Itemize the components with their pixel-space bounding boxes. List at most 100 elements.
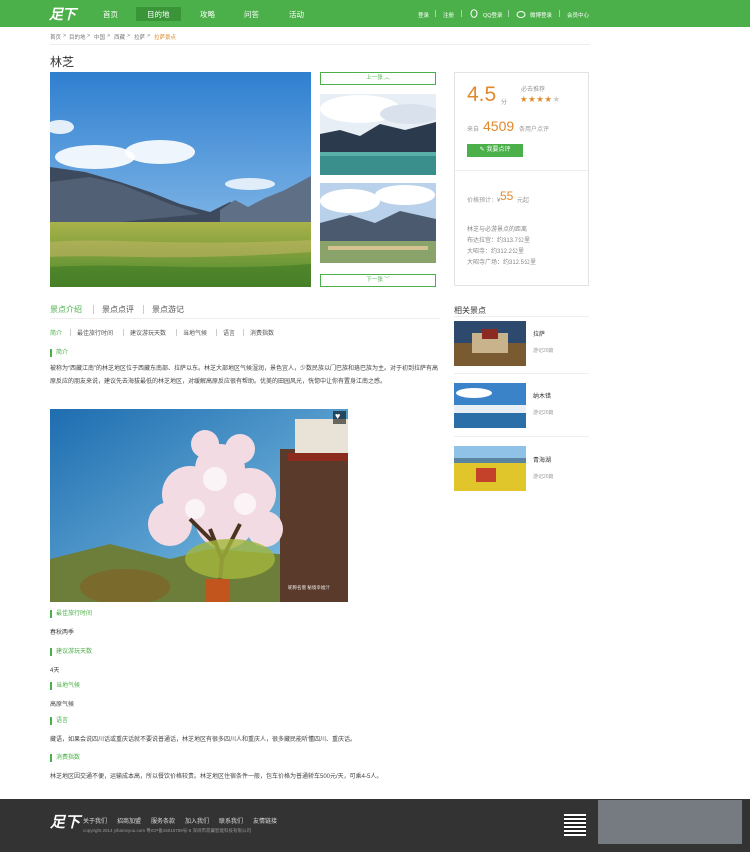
section-title-intro: 简介 bbox=[50, 349, 68, 357]
site-logo[interactable]: 足下 bbox=[49, 4, 76, 24]
nav-destinations[interactable]: 目的地 bbox=[147, 9, 170, 20]
footer-link-join[interactable]: 招商加盟 bbox=[117, 816, 141, 825]
subtab-climate[interactable]: 当地气候 bbox=[183, 328, 207, 337]
section-value-cost: 林芝地区因交通不便，运输成本高，所以餐饮价格较贵。林芝地区住宿条件一般，包车价格… bbox=[50, 774, 383, 780]
member-center-link[interactable]: 会员中心 bbox=[567, 11, 589, 19]
weibo-icon bbox=[516, 11, 526, 18]
qq-login-link[interactable]: QQ登录 bbox=[483, 11, 503, 19]
breadcrumb-tibet[interactable]: 西藏 bbox=[114, 33, 125, 41]
qr-code-icon bbox=[564, 814, 586, 836]
breadcrumb-separator: > bbox=[63, 33, 67, 39]
footer-link-friends[interactable]: 友情链接 bbox=[253, 816, 277, 825]
thumbnail-lake[interactable] bbox=[320, 94, 436, 175]
related-title: 相关景点 bbox=[454, 306, 486, 315]
tab-travelogues[interactable]: 景点游记 bbox=[152, 304, 184, 315]
footer-copyright: copyright 2014 yihanIvyou.com 粤ICP备15015… bbox=[83, 828, 252, 833]
section-title-days: 建议游玩天数 bbox=[50, 648, 92, 656]
section-value-days: 4天 bbox=[50, 668, 60, 674]
section-title-cost: 消费指数 bbox=[50, 754, 80, 762]
related-item-qinghai-lake[interactable]: 青海湖 bbox=[533, 455, 551, 464]
recommend-label: 必去推荐 bbox=[521, 87, 546, 93]
subtab-divider bbox=[216, 329, 217, 336]
divider bbox=[50, 44, 590, 45]
footer-link-careers[interactable]: 加入我们 bbox=[185, 816, 209, 825]
star-rating: ★★★★★ bbox=[520, 94, 561, 105]
breadcrumb-lhasa[interactable]: 拉萨 bbox=[134, 33, 145, 41]
breadcrumb-separator: > bbox=[107, 33, 111, 39]
breadcrumb-separator: > bbox=[147, 33, 151, 39]
divider bbox=[50, 318, 440, 319]
login-link[interactable]: 登录 bbox=[418, 11, 429, 19]
subtab-language[interactable]: 语言 bbox=[223, 328, 235, 337]
nav-divider bbox=[508, 10, 509, 17]
photo-caption: 昵称名僧 秘境幸福汁 bbox=[288, 585, 330, 590]
breadcrumb-destinations[interactable]: 目的地 bbox=[69, 33, 86, 41]
rating-score: 4.5 bbox=[467, 83, 497, 106]
section-value-climate: 高原气候 bbox=[50, 702, 75, 708]
related-item-namtso[interactable]: 纳木错 bbox=[533, 391, 551, 400]
divider bbox=[454, 316, 589, 317]
section-title-best-time: 最佳旅行时间 bbox=[50, 610, 92, 618]
section-title-language: 语言 bbox=[50, 717, 68, 725]
related-thumb-namtso[interactable] bbox=[454, 383, 526, 428]
breadcrumb-current: 拉萨景点 bbox=[154, 35, 177, 41]
related-item-sub: 游记20篇 bbox=[533, 474, 554, 480]
related-item-sub: 游记20篇 bbox=[533, 410, 554, 416]
related-thumb-lhasa[interactable] bbox=[454, 321, 526, 366]
related-item-sub: 游记20篇 bbox=[533, 348, 554, 354]
review-count-suffix: 条用户点评 bbox=[519, 127, 550, 133]
thumbnail-valley[interactable] bbox=[320, 183, 436, 263]
breadcrumb-separator: > bbox=[127, 33, 131, 39]
main-landscape-photo[interactable] bbox=[50, 72, 311, 287]
tab-divider bbox=[143, 305, 144, 314]
star-empty-icon: ★ bbox=[552, 94, 561, 104]
footer-link-contact[interactable]: 联系我们 bbox=[219, 816, 243, 825]
review-count: 4509 bbox=[483, 118, 515, 134]
subtab-intro[interactable]: 简介 bbox=[50, 328, 62, 337]
nav-divider bbox=[461, 10, 462, 17]
distance-item: 布达拉宫：约313.7公里 bbox=[467, 238, 531, 244]
footer-link-about[interactable]: 关于我们 bbox=[83, 816, 107, 825]
weibo-login-link[interactable]: 微博登录 bbox=[530, 11, 552, 19]
subtab-best-time[interactable]: 最佳旅行时间 bbox=[77, 328, 113, 337]
watermark-logo bbox=[598, 800, 742, 844]
subtab-divider bbox=[176, 329, 177, 336]
footer-logo: 足下 bbox=[50, 813, 81, 831]
nav-qa[interactable]: 问答 bbox=[244, 9, 259, 20]
related-thumb-qinghai-lake[interactable] bbox=[454, 446, 526, 491]
breadcrumb-china[interactable]: 中国 bbox=[94, 33, 105, 41]
price-value: 55 bbox=[500, 189, 514, 203]
page-title: 林芝 bbox=[50, 55, 75, 69]
breadcrumb-home[interactable]: 首页 bbox=[50, 33, 61, 41]
score-unit: 分 bbox=[501, 100, 508, 106]
divider bbox=[455, 170, 588, 171]
tab-divider bbox=[93, 305, 94, 314]
tab-intro[interactable]: 景点介绍 bbox=[50, 304, 82, 315]
footer-link-terms[interactable]: 服务条款 bbox=[151, 816, 175, 825]
star-filled-icon: ★★★★ bbox=[520, 94, 553, 104]
nav-guides[interactable]: 攻略 bbox=[200, 9, 215, 20]
tab-reviews[interactable]: 景点点评 bbox=[102, 304, 134, 315]
related-item-lhasa[interactable]: 拉萨 bbox=[533, 329, 545, 338]
subtab-days[interactable]: 建议游玩天数 bbox=[130, 328, 166, 337]
distance-item: 大昭寺广场：约312.5公里 bbox=[467, 260, 537, 266]
favorite-button[interactable]: ♥ bbox=[333, 411, 346, 424]
price-unit: 元起 bbox=[517, 198, 530, 204]
prev-image-button[interactable]: 上一张 ︿ bbox=[320, 72, 436, 85]
divider bbox=[454, 373, 589, 374]
next-image-button[interactable]: 下一张 ﹀ bbox=[320, 274, 436, 287]
nav-home[interactable]: 首页 bbox=[103, 9, 118, 20]
breadcrumb-separator: > bbox=[87, 33, 91, 39]
intro-text: 被称为“西藏江南”的林芝地区位于西藏东南部、拉萨以东。林芝大部地区气候湿润，景色… bbox=[50, 366, 438, 385]
content-photo-peach-blossom bbox=[50, 409, 348, 602]
heart-icon: ♥ bbox=[335, 411, 341, 421]
subtab-divider bbox=[243, 329, 244, 336]
write-review-button[interactable]: ✎ 我要点评 bbox=[467, 144, 523, 157]
section-value-language: 藏语，如果会说四川话或重庆话就不要说普通话，林芝地区有很多四川人和重庆人，很多藏… bbox=[50, 737, 357, 743]
register-link[interactable]: 注册 bbox=[443, 11, 454, 19]
review-from-label: 来自 bbox=[467, 127, 480, 133]
section-value-best-time: 春秋两季 bbox=[50, 630, 75, 636]
nav-activities[interactable]: 活动 bbox=[289, 9, 304, 20]
subtab-cost[interactable]: 消费指数 bbox=[250, 328, 274, 337]
subtab-divider bbox=[123, 329, 124, 336]
